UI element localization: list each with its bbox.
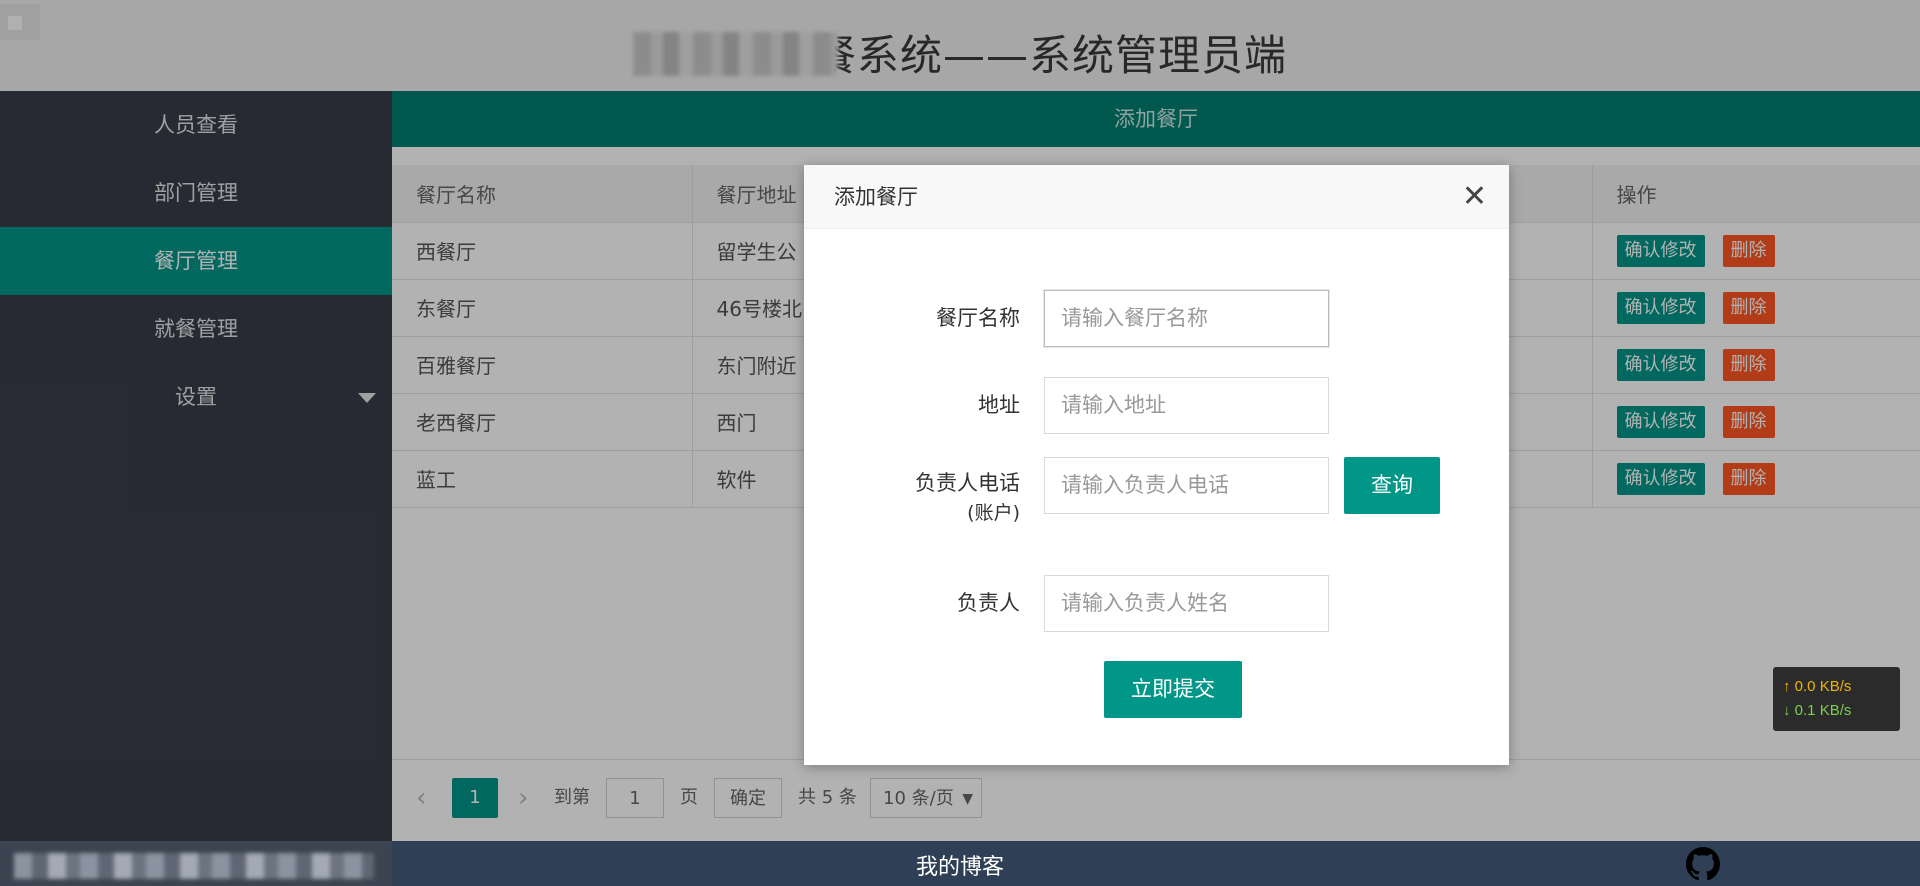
manager-input[interactable]: 请输入负责人姓名	[1044, 575, 1329, 632]
dialog-header: 添加餐厅 ✕	[804, 165, 1509, 229]
network-speed-widget: ↑ 0.0 KB/s ↓ 0.1 KB/s	[1773, 667, 1900, 731]
arrow-down-icon: ↓	[1783, 702, 1795, 719]
query-button[interactable]: 查询	[1344, 457, 1440, 514]
arrow-up-icon: ↑	[1783, 678, 1795, 695]
close-icon[interactable]: ✕	[1462, 165, 1487, 229]
footer: 我的博客	[0, 841, 1920, 886]
dialog-title: 添加餐厅	[834, 185, 918, 209]
field-label: 负责人电话	[915, 471, 1020, 495]
blog-link[interactable]: 我的博客	[0, 849, 1920, 881]
github-icon[interactable]	[1686, 847, 1720, 881]
add-restaurant-dialog: 添加餐厅 ✕ 餐厅名称 请输入餐厅名称 地址 请输入地址 负责人电话 (账户) …	[804, 165, 1509, 765]
field-sublabel: (账户)	[967, 502, 1020, 524]
phone-input[interactable]: 请输入负责人电话	[1044, 457, 1329, 514]
restaurant-name-input[interactable]: 请输入餐厅名称	[1044, 290, 1329, 347]
submit-button[interactable]: 立即提交	[1104, 661, 1242, 718]
field-label: 餐厅名称	[936, 306, 1020, 330]
field-label: 地址	[978, 393, 1020, 417]
download-speed: ↓ 0.1 KB/s	[1783, 702, 1852, 719]
address-input[interactable]: 请输入地址	[1044, 377, 1329, 434]
field-label: 负责人	[957, 591, 1020, 615]
upload-speed: ↑ 0.0 KB/s	[1783, 678, 1852, 695]
